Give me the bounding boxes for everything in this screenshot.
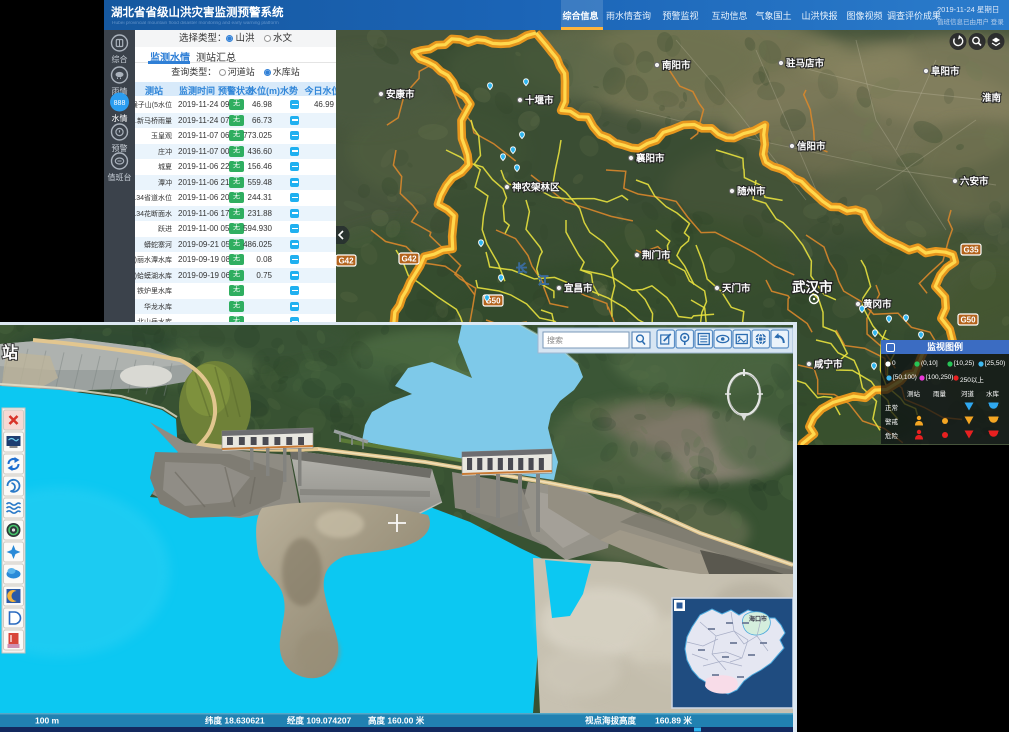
svg-text:天门市: 天门市 (722, 283, 751, 295)
svg-text:长: 长 (516, 261, 528, 275)
svg-text:信阳市: 信阳市 (797, 141, 826, 153)
svg-text:南阳市: 南阳市 (662, 60, 691, 72)
svg-text:武汉市: 武汉市 (792, 279, 833, 295)
svg-text:纬度 18.630621: 纬度 18.630621 (205, 716, 265, 726)
svg-text:高度 160.00 米: 高度 160.00 米 (368, 716, 425, 726)
svg-text:G35: G35 (963, 246, 979, 255)
svg-text:160.89 米: 160.89 米 (655, 716, 692, 726)
svg-text:站: 站 (2, 343, 18, 362)
svg-text:六安市: 六安市 (960, 176, 989, 188)
svg-text:G50: G50 (960, 316, 976, 325)
svg-text:黄冈市: 黄冈市 (863, 299, 892, 311)
svg-text:安康市: 安康市 (386, 89, 415, 101)
svg-text:宜昌市: 宜昌市 (564, 283, 593, 295)
svg-text:驻马店市: 驻马店市 (786, 58, 825, 70)
svg-text:神农架林区: 神农架林区 (512, 182, 560, 194)
svg-text:咸宁市: 咸宁市 (813, 359, 843, 371)
svg-text:视点海拔高度: 视点海拔高度 (585, 716, 637, 726)
svg-text:淮南: 淮南 (982, 92, 1002, 104)
svg-text:经度 109.074207: 经度 109.074207 (287, 716, 352, 726)
svg-text:G42: G42 (338, 257, 354, 266)
svg-text:江: 江 (538, 273, 549, 287)
svg-text:随州市: 随州市 (737, 186, 766, 198)
svg-text:海口市: 海口市 (749, 615, 767, 623)
svg-text:G42: G42 (401, 255, 417, 264)
svg-text:888: 888 (114, 100, 126, 107)
svg-text:十堰市: 十堰市 (525, 95, 554, 107)
svg-text:襄阳市: 襄阳市 (635, 153, 665, 165)
svg-text:100 m: 100 m (35, 716, 60, 726)
svg-text:搜索: 搜索 (547, 335, 563, 345)
svg-text:荆门市: 荆门市 (642, 250, 671, 262)
svg-text:阜阳市: 阜阳市 (931, 66, 960, 78)
